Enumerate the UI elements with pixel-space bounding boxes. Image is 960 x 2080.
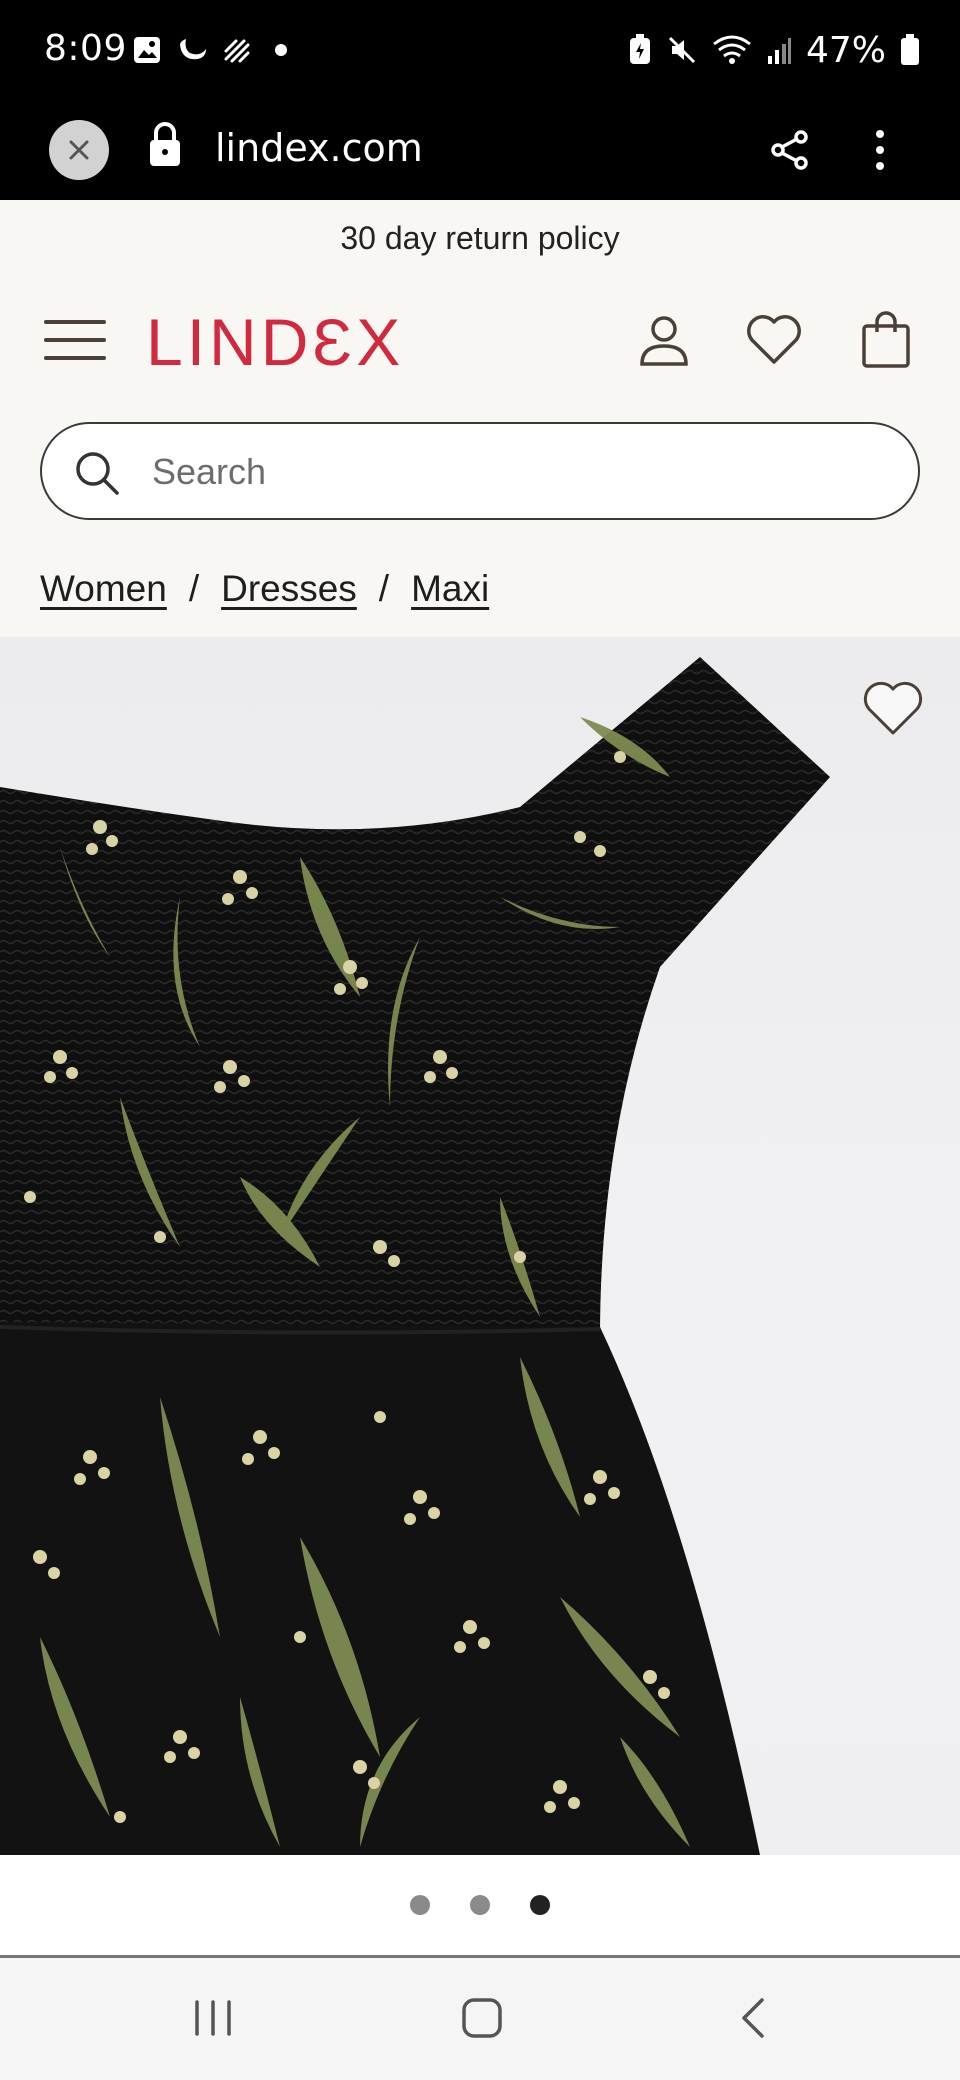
battery-saver-icon [629,34,650,64]
breadcrumb: Women / Dresses / Maxi [40,568,489,610]
back-button[interactable] [722,1988,782,2048]
search-icon [76,452,119,495]
battery-percent: 47% [805,29,886,71]
gallery-icon [134,37,160,63]
status-system-icons: 47% [628,28,920,72]
bag-icon[interactable] [856,310,916,370]
search-box[interactable] [40,422,920,520]
account-icon[interactable] [634,310,694,370]
url-text[interactable]: lindex.com [215,120,423,176]
dot-icon [275,44,287,56]
breadcrumb-separator: / [378,568,390,609]
search-input[interactable] [152,442,852,502]
breadcrumb-maxi[interactable]: Maxi [411,568,489,610]
site-header: 30 day return policy LINDƐX Women / Dres… [0,200,960,637]
recent-apps-icon [195,2000,231,2036]
breadcrumb-separator: / [188,568,200,609]
carousel-dot-3[interactable] [530,1895,550,1915]
menu-button[interactable] [44,316,106,364]
home-button[interactable] [452,1988,512,2048]
cell-signal-icon [767,38,791,64]
status-notification-icons [132,34,296,66]
system-navigation-bar [0,1958,960,2080]
carousel-dot-2[interactable] [470,1895,490,1915]
wishlist-icon[interactable] [744,310,804,370]
breadcrumb-dresses[interactable]: Dresses [221,568,357,610]
mute-icon [668,36,696,64]
recent-apps-button[interactable] [183,1988,243,2048]
status-time: 8:09 [44,28,127,69]
wifi-icon [713,35,751,64]
lock-icon[interactable] [146,120,184,168]
carousel-indicator [0,1855,960,1955]
favorite-icon[interactable] [862,681,924,737]
product-image[interactable] [0,637,960,1855]
promo-banner[interactable]: 30 day return policy [0,220,960,257]
carousel-dot-1[interactable] [410,1895,430,1915]
signal-stripes-icon [224,39,250,63]
more-vert-icon [876,130,884,170]
menu-icon [44,320,106,324]
more-options-button[interactable] [860,120,900,180]
status-bar: 8:09 47% [0,0,960,100]
close-tab-button[interactable] [49,120,109,180]
moon-icon [180,39,206,60]
browser-toolbar: lindex.com [0,100,960,200]
battery-icon [901,34,919,65]
close-icon [69,140,89,160]
breadcrumb-women[interactable]: Women [40,568,167,610]
dress-image [0,657,830,1855]
lindex-logo[interactable]: LINDƐX [146,304,404,380]
share-icon [771,130,808,170]
home-icon [462,1998,502,2038]
share-button[interactable] [766,120,814,180]
back-icon [742,1998,764,2038]
